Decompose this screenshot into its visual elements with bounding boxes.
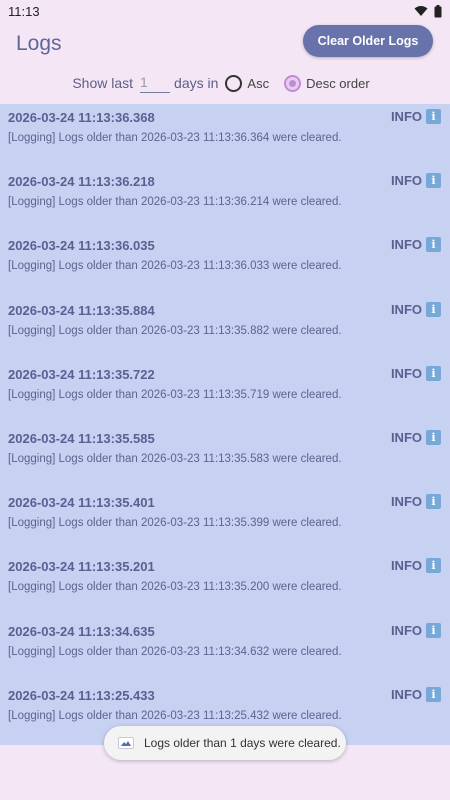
log-timestamp: 2026-03-24 11:13:35.201 <box>8 559 155 575</box>
log-item[interactable]: 2026-03-24 11:13:36.218 INFO i [Logging]… <box>0 168 450 232</box>
log-message: [Logging] Logs older than 2026-03-23 11:… <box>8 132 342 144</box>
log-message: [Logging] Logs older than 2026-03-23 11:… <box>8 260 342 273</box>
info-icon: i <box>426 429 441 445</box>
log-level-label: INFO <box>390 109 422 124</box>
log-level-label: INFO <box>390 622 422 638</box>
log-level-label: INFO <box>390 237 422 253</box>
log-message: [Logging] Logs older than 2026-03-23 11:… <box>8 517 342 530</box>
log-message: [Logging] Logs older than 2026-03-23 11:… <box>8 452 342 465</box>
asc-radio[interactable] <box>225 74 243 92</box>
filter-row: Show last days in Asc Desc order <box>0 68 450 98</box>
log-level-label: INFO <box>390 494 422 510</box>
log-level-label: INFO <box>390 429 422 445</box>
log-level: INFO i <box>390 686 441 702</box>
log-level: INFO i <box>391 109 441 124</box>
info-icon: i <box>426 558 441 574</box>
log-level-label: INFO <box>390 301 422 317</box>
toast-message: Logs older than 1 days were cleared. <box>144 736 341 750</box>
battery-icon <box>434 4 442 18</box>
log-item[interactable]: 2026-03-24 11:13:35.585 INFO i [Logging]… <box>0 425 450 489</box>
log-timestamp: 2026-03-24 11:13:34.635 <box>8 623 155 639</box>
log-level: INFO i <box>390 622 441 638</box>
desc-radio-label[interactable]: Desc order <box>306 76 370 91</box>
status-icons <box>414 4 442 18</box>
info-icon: i <box>426 494 441 510</box>
info-icon: i <box>426 173 441 189</box>
log-list[interactable]: 2026-03-24 11:13:36.368 INFO i [Logging]… <box>0 104 450 745</box>
info-icon: i <box>426 237 441 253</box>
info-icon: i <box>426 109 441 124</box>
log-level-label: INFO <box>390 558 422 574</box>
log-level: INFO i <box>390 494 441 510</box>
info-icon: i <box>426 301 441 317</box>
log-timestamp: 2026-03-24 11:13:35.585 <box>8 430 155 446</box>
info-icon: i <box>426 686 441 702</box>
asc-radio-label[interactable]: Asc <box>247 76 269 91</box>
top-bar: Logs Clear Older Logs <box>0 22 450 62</box>
log-level: INFO i <box>390 429 441 445</box>
days-input[interactable] <box>140 73 171 93</box>
log-item[interactable]: 2026-03-24 11:13:36.035 INFO i [Logging]… <box>0 232 450 296</box>
log-item[interactable]: 2026-03-24 11:13:35.722 INFO i [Logging]… <box>0 361 450 425</box>
days-in-label: days in <box>174 75 219 91</box>
log-timestamp: 2026-03-24 11:13:35.722 <box>8 366 155 382</box>
log-message: [Logging] Logs older than 2026-03-23 11:… <box>8 196 342 209</box>
info-icon: i <box>426 622 441 638</box>
info-icon: i <box>426 365 441 381</box>
log-level: INFO i <box>390 301 441 317</box>
log-timestamp: 2026-03-24 11:13:36.218 <box>8 174 155 190</box>
log-level-label: INFO <box>390 686 422 702</box>
log-item[interactable]: 2026-03-24 11:13:35.401 INFO i [Logging]… <box>0 489 450 553</box>
log-level: INFO i <box>390 237 441 253</box>
wifi-icon <box>414 5 428 17</box>
status-bar: 11:13 <box>0 0 450 22</box>
log-level-label: INFO <box>390 365 422 381</box>
toast: Logs older than 1 days were cleared. <box>104 726 346 760</box>
log-message: [Logging] Logs older than 2026-03-23 11:… <box>8 581 342 594</box>
log-message: [Logging] Logs older than 2026-03-23 11:… <box>8 645 342 658</box>
log-level-label: INFO <box>390 173 422 189</box>
log-item[interactable]: 2026-03-24 11:13:35.884 INFO i [Logging]… <box>0 297 450 361</box>
log-message: [Logging] Logs older than 2026-03-23 11:… <box>8 324 342 337</box>
log-level: INFO i <box>390 365 441 381</box>
show-last-label: Show last <box>72 75 134 91</box>
page-title: Logs <box>16 32 62 55</box>
log-timestamp: 2026-03-24 11:13:36.368 <box>8 110 155 125</box>
log-timestamp: 2026-03-24 11:13:25.433 <box>8 687 155 703</box>
log-timestamp: 2026-03-24 11:13:35.884 <box>8 302 155 318</box>
log-level: INFO i <box>390 173 441 189</box>
desc-radio[interactable] <box>284 74 302 92</box>
status-time: 11:13 <box>8 3 40 19</box>
log-item[interactable]: 2026-03-24 11:13:34.635 INFO i [Logging]… <box>0 618 450 682</box>
log-timestamp: 2026-03-24 11:13:35.401 <box>8 495 155 511</box>
log-message: [Logging] Logs older than 2026-03-23 11:… <box>8 388 342 401</box>
log-timestamp: 2026-03-24 11:13:36.035 <box>8 238 155 254</box>
log-item[interactable]: 2026-03-24 11:13:35.201 INFO i [Logging]… <box>0 553 450 617</box>
clear-older-logs-button[interactable]: Clear Older Logs <box>303 25 433 57</box>
log-message: [Logging] Logs older than 2026-03-23 11:… <box>8 709 342 722</box>
log-level: INFO i <box>390 558 441 574</box>
log-item[interactable]: 2026-03-24 11:13:36.368 INFO i [Logging]… <box>0 104 450 168</box>
app-icon <box>118 737 134 749</box>
screen: 11:13 Logs Clear Older Logs Show last da… <box>0 0 450 800</box>
